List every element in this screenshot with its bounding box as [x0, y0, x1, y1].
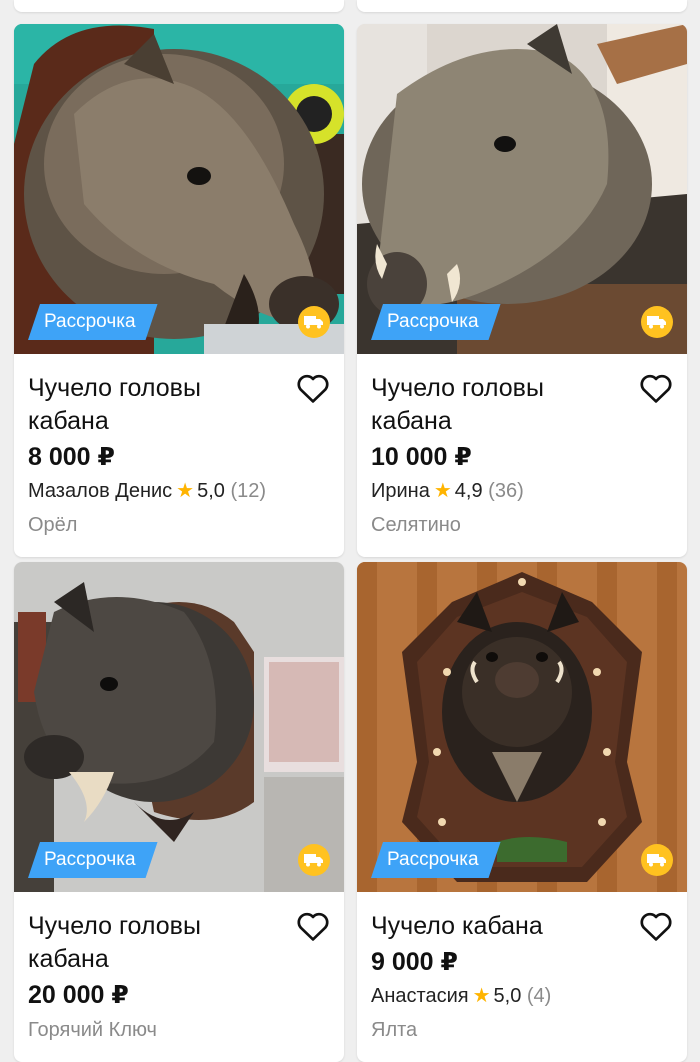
- installment-badge: Рассрочка: [28, 304, 158, 340]
- listing-photo[interactable]: Рассрочка: [14, 24, 344, 354]
- seller-rating: 4,9: [454, 480, 483, 502]
- listing-city: Селятино: [371, 514, 461, 536]
- listing-card[interactable]: Рассрочка Чучело кабана 9 000 ₽ Анастаси…: [357, 562, 687, 1062]
- seller-rating: 5,0: [197, 480, 225, 502]
- installment-badge: Рассрочка: [371, 304, 501, 340]
- heart-outline-icon[interactable]: [296, 910, 330, 942]
- listing-price: 10 000 ₽: [371, 443, 472, 471]
- heart-outline-icon[interactable]: [639, 910, 673, 942]
- truck-icon: [298, 306, 330, 338]
- truck-icon: [298, 844, 330, 876]
- seller-info: Анастасия ★ 5,0 (4): [371, 980, 673, 1012]
- review-count: (12): [230, 480, 267, 502]
- listing-city: Горячий Ключ: [28, 1019, 157, 1041]
- star-icon: ★: [176, 480, 195, 502]
- seller-name: Мазалов Денис: [28, 480, 173, 502]
- review-count: (36): [488, 480, 524, 502]
- listing-card[interactable]: Рассрочка Чучело головы кабана 8 000 ₽ М…: [14, 24, 344, 557]
- previous-listing-card[interactable]: [14, 0, 344, 12]
- listing-price: 9 000 ₽: [371, 948, 458, 976]
- seller-info: Мазалов Денис ★ 5,0 (12): [28, 475, 330, 507]
- listing-title[interactable]: Чучело головы кабана: [28, 372, 278, 438]
- truck-icon: [641, 844, 673, 876]
- star-icon: ★: [472, 985, 491, 1007]
- listing-price: 20 000 ₽: [28, 981, 129, 1009]
- listing-title[interactable]: Чучело головы кабана: [371, 372, 621, 438]
- listing-city: Орёл: [28, 514, 78, 536]
- listing-city: Ялта: [371, 1019, 418, 1041]
- listing-photo[interactable]: Рассрочка: [357, 562, 687, 892]
- listing-title[interactable]: Чучело кабана: [371, 910, 621, 943]
- review-count: (4): [526, 985, 552, 1007]
- listing-photo[interactable]: Рассрочка: [357, 24, 687, 354]
- star-icon: ★: [433, 480, 452, 502]
- installment-badge: Рассрочка: [371, 842, 501, 878]
- heart-outline-icon[interactable]: [296, 372, 330, 404]
- listing-title[interactable]: Чучело головы кабана: [28, 910, 278, 976]
- seller-name: Анастасия: [371, 985, 469, 1007]
- previous-listing-card[interactable]: [357, 0, 687, 12]
- installment-badge: Рассрочка: [28, 842, 158, 878]
- listing-card[interactable]: Рассрочка Чучело головы кабана 20 000 ₽ …: [14, 562, 344, 1062]
- truck-icon: [641, 306, 673, 338]
- heart-outline-icon[interactable]: [639, 372, 673, 404]
- seller-rating: 5,0: [493, 985, 522, 1007]
- listing-photo[interactable]: Рассрочка: [14, 562, 344, 892]
- listing-card[interactable]: Рассрочка Чучело головы кабана 10 000 ₽ …: [357, 24, 687, 557]
- listing-price: 8 000 ₽: [28, 443, 115, 471]
- seller-info: Ирина ★ 4,9 (36): [371, 475, 673, 507]
- seller-name: Ирина: [371, 480, 430, 502]
